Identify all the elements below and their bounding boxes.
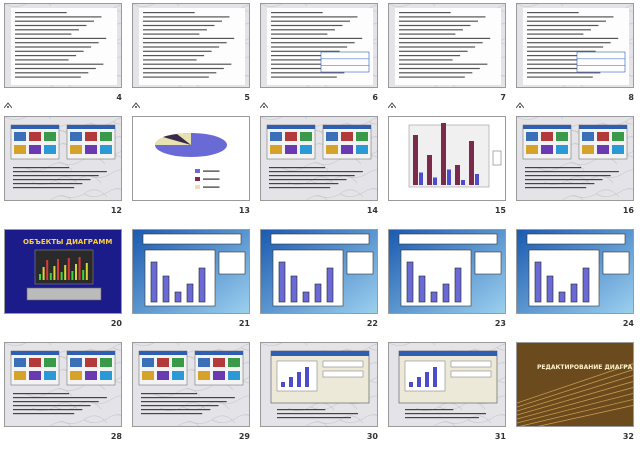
slide-number: 5 [244,93,250,102]
slide-number: 21 [238,319,250,328]
slide-sorter-grid: 4 5 6 7 8 12 13 14 15 16 ОБЪЕКТЫ ДИАГРАММ 20 21 22 23 2… [0,0,640,450]
slide-thumbnail-14[interactable]: 14 [256,113,384,215]
slide-number: 14 [366,206,378,215]
slide-thumbnail-23[interactable]: 23 [384,226,512,328]
slide-thumbnail-15[interactable]: 15 [384,113,512,215]
transition-icon [515,94,525,109]
slide-content [133,230,249,313]
slide-thumbnail-32[interactable]: РЕДАКТИРОВАНИЕ ДИАГРАММЫ 32 [512,339,640,441]
slide-content [5,343,121,426]
slide-preview[interactable] [516,116,634,201]
slide-thumbnail-4[interactable]: 4 [0,0,128,109]
slide-number: 8 [628,93,634,102]
slide-preview[interactable] [516,229,634,314]
slide-preview[interactable] [388,116,506,201]
slide-preview[interactable] [4,3,122,88]
slide-content [389,117,505,200]
slide-preview[interactable] [388,229,506,314]
slide-content [5,117,121,200]
slide-number: 7 [500,93,506,102]
slide-content [261,343,377,426]
slide-thumbnail-21[interactable]: 21 [128,226,256,328]
slide-thumbnail-6[interactable]: 6 [256,0,384,109]
slide-preview[interactable] [260,3,378,88]
slide-title: РЕДАКТИРОВАНИЕ ДИАГРАММЫ [537,364,634,371]
slide-number: 6 [372,93,378,102]
slide-content [133,117,249,200]
slide-content [261,230,377,313]
slide-number: 22 [366,319,378,328]
slide-thumbnail-7[interactable]: 7 [384,0,512,109]
slide-preview[interactable] [132,3,250,88]
slide-number: 20 [110,319,122,328]
slide-thumbnail-5[interactable]: 5 [128,0,256,109]
slide-preview[interactable] [4,116,122,201]
slide-thumbnail-31[interactable]: 31 [384,339,512,441]
slide-thumbnail-24[interactable]: 24 [512,226,640,328]
transition-icon [131,94,141,109]
transition-icon [387,94,397,109]
slide-number: 12 [110,206,122,215]
slide-thumbnail-8[interactable]: 8 [512,0,640,109]
slide-thumbnail-29[interactable]: 29 [128,339,256,441]
slide-number: 29 [238,432,250,441]
slide-number: 23 [494,319,506,328]
slide-number: 32 [622,432,634,441]
slide-content [261,4,377,87]
slide-preview[interactable] [260,229,378,314]
slide-preview[interactable] [132,116,250,201]
slide-content: ОБЪЕКТЫ ДИАГРАММ [5,230,121,313]
slide-preview[interactable]: ОБЪЕКТЫ ДИАГРАММ [4,229,122,314]
slide-thumbnail-12[interactable]: 12 [0,113,128,215]
slide-preview[interactable] [260,342,378,427]
slide-content [389,230,505,313]
slide-number: 4 [116,93,122,102]
slide-thumbnail-28[interactable]: 28 [0,339,128,441]
slide-thumbnail-20[interactable]: ОБЪЕКТЫ ДИАГРАММ 20 [0,226,128,328]
slide-preview[interactable] [4,342,122,427]
slide-content [133,4,249,87]
slide-number: 30 [366,432,378,441]
slide-preview[interactable] [132,229,250,314]
slide-thumbnail-16[interactable]: 16 [512,113,640,215]
slide-content [261,117,377,200]
slide-number: 15 [494,206,506,215]
transition-icon [259,94,269,109]
slide-preview[interactable]: РЕДАКТИРОВАНИЕ ДИАГРАММЫ [516,342,634,427]
slide-content [389,343,505,426]
slide-content [517,117,633,200]
slide-number: 28 [110,432,122,441]
slide-preview[interactable] [388,3,506,88]
slide-content [517,230,633,313]
slide-content [5,4,121,87]
slide-thumbnail-22[interactable]: 22 [256,226,384,328]
slide-content [133,343,249,426]
slide-preview[interactable] [516,3,634,88]
slide-title: ОБЪЕКТЫ ДИАГРАММ [23,238,112,246]
slide-number: 13 [238,206,250,215]
slide-number: 16 [622,206,634,215]
slide-thumbnail-13[interactable]: 13 [128,113,256,215]
slide-content [389,4,505,87]
slide-preview[interactable] [260,116,378,201]
transition-icon [3,94,13,109]
slide-thumbnail-30[interactable]: 30 [256,339,384,441]
slide-content: РЕДАКТИРОВАНИЕ ДИАГРАММЫ [517,343,634,426]
slide-preview[interactable] [132,342,250,427]
slide-preview[interactable] [388,342,506,427]
slide-number: 31 [494,432,506,441]
slide-content [517,4,633,87]
slide-number: 24 [622,319,634,328]
